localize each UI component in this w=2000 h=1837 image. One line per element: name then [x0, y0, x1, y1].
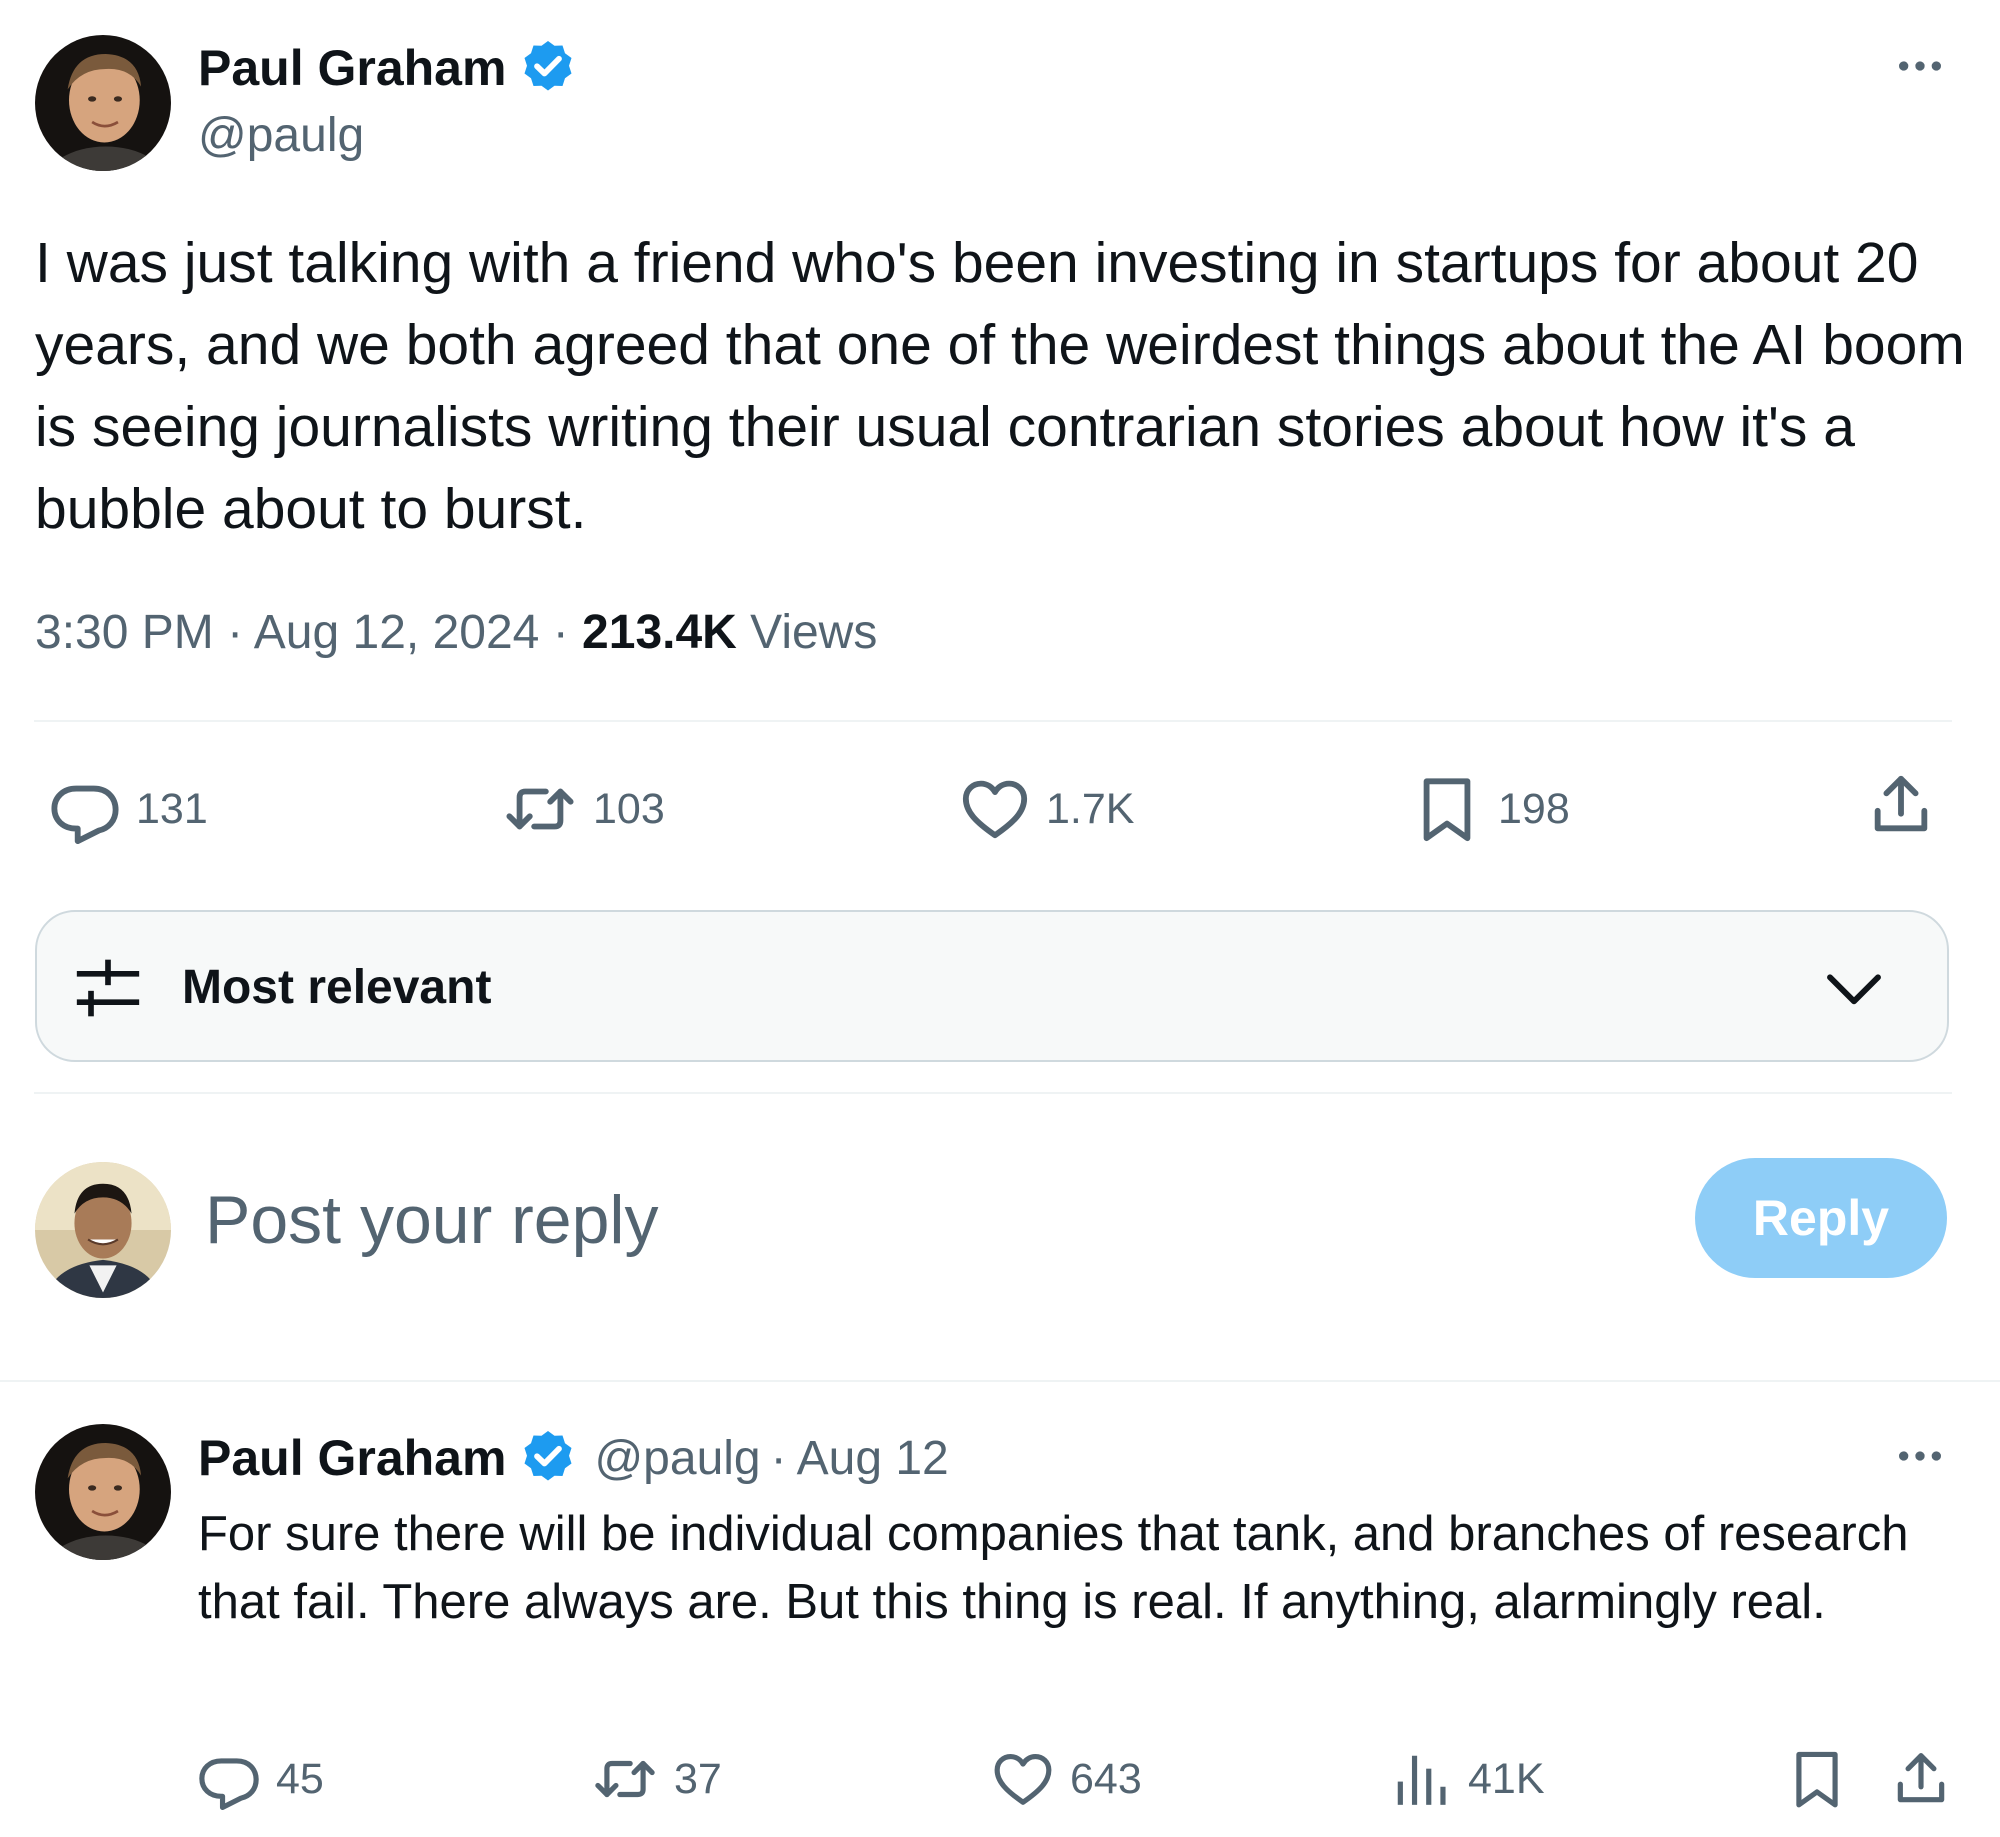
- like-action[interactable]: 643: [992, 1748, 1142, 1810]
- meta-separator: ·: [770, 1431, 787, 1485]
- bookmark-action[interactable]: [1786, 1748, 1848, 1810]
- verified-badge-icon: [518, 1428, 578, 1488]
- author-header: Paul Graham: [198, 38, 578, 98]
- repost-count: 37: [674, 1754, 722, 1803]
- like-count: 1.7K: [1046, 784, 1135, 833]
- divider: [34, 720, 1952, 722]
- current-user-avatar[interactable]: [35, 1162, 171, 1298]
- share-action[interactable]: [1890, 1748, 1952, 1810]
- views-count: 41K: [1468, 1754, 1545, 1803]
- share-action[interactable]: [1866, 770, 1936, 840]
- reply-button[interactable]: Reply: [1695, 1158, 1947, 1278]
- views-count: 213.4K: [582, 606, 737, 659]
- repost-icon: [592, 1748, 658, 1810]
- post-meta: 3:30 PM · Aug 12, 2024 · 213.4K Views: [35, 605, 877, 661]
- share-icon: [1866, 770, 1936, 840]
- like-icon: [992, 1748, 1054, 1810]
- reply-count: 45: [276, 1754, 324, 1803]
- divider: [0, 1380, 2000, 1382]
- sort-selector[interactable]: Most relevant: [35, 910, 1949, 1062]
- meta-separator: ·: [552, 606, 569, 659]
- reply-input[interactable]: Post your reply: [205, 1180, 659, 1260]
- bookmark-count: 198: [1498, 784, 1570, 833]
- post-text: I was just talking with a friend who's b…: [35, 231, 1965, 541]
- author-handle[interactable]: @paulg: [198, 108, 364, 163]
- reply-date[interactable]: Aug 12: [797, 1431, 949, 1486]
- repost-icon: [503, 774, 577, 844]
- sort-sliders-icon: [73, 954, 143, 1022]
- reply-action[interactable]: 131: [50, 774, 208, 844]
- more-icon[interactable]: [1892, 1428, 1948, 1484]
- bookmark-icon: [1786, 1748, 1848, 1810]
- more-icon[interactable]: [1892, 38, 1948, 94]
- reply-action[interactable]: 45: [198, 1748, 324, 1810]
- like-count: 643: [1070, 1754, 1142, 1803]
- post-time[interactable]: 3:30 PM: [35, 606, 214, 659]
- chevron-down-icon: [1819, 956, 1889, 1020]
- reply-icon: [50, 774, 120, 844]
- author-avatar[interactable]: [35, 35, 171, 171]
- reply-header: Paul Graham @paulg · Aug 12: [198, 1428, 949, 1488]
- views-action[interactable]: 41K: [1390, 1748, 1545, 1810]
- views-icon: [1390, 1748, 1452, 1810]
- like-icon: [960, 774, 1030, 844]
- like-action[interactable]: 1.7K: [960, 774, 1134, 844]
- repost-count: 103: [593, 784, 665, 833]
- divider: [34, 1092, 1952, 1094]
- share-icon: [1890, 1748, 1952, 1810]
- verified-badge-icon: [518, 38, 578, 98]
- bookmark-action[interactable]: 198: [1412, 774, 1570, 844]
- views-label: Views: [750, 606, 878, 659]
- reply-author-handle[interactable]: @paulg: [594, 1431, 760, 1486]
- reply-author-name[interactable]: Paul Graham: [198, 1429, 506, 1487]
- repost-action[interactable]: 37: [592, 1748, 722, 1810]
- bookmark-icon: [1412, 774, 1482, 844]
- reply-count: 131: [136, 784, 208, 833]
- author-name[interactable]: Paul Graham: [198, 39, 506, 97]
- repost-action[interactable]: 103: [503, 774, 665, 844]
- reply-author-avatar[interactable]: [35, 1424, 171, 1560]
- sort-label: Most relevant: [182, 961, 492, 1014]
- reply-icon: [198, 1748, 260, 1810]
- reply-text: For sure there will be individual compan…: [198, 1507, 1909, 1629]
- meta-separator: ·: [227, 606, 244, 659]
- post-date[interactable]: Aug 12, 2024: [254, 606, 540, 659]
